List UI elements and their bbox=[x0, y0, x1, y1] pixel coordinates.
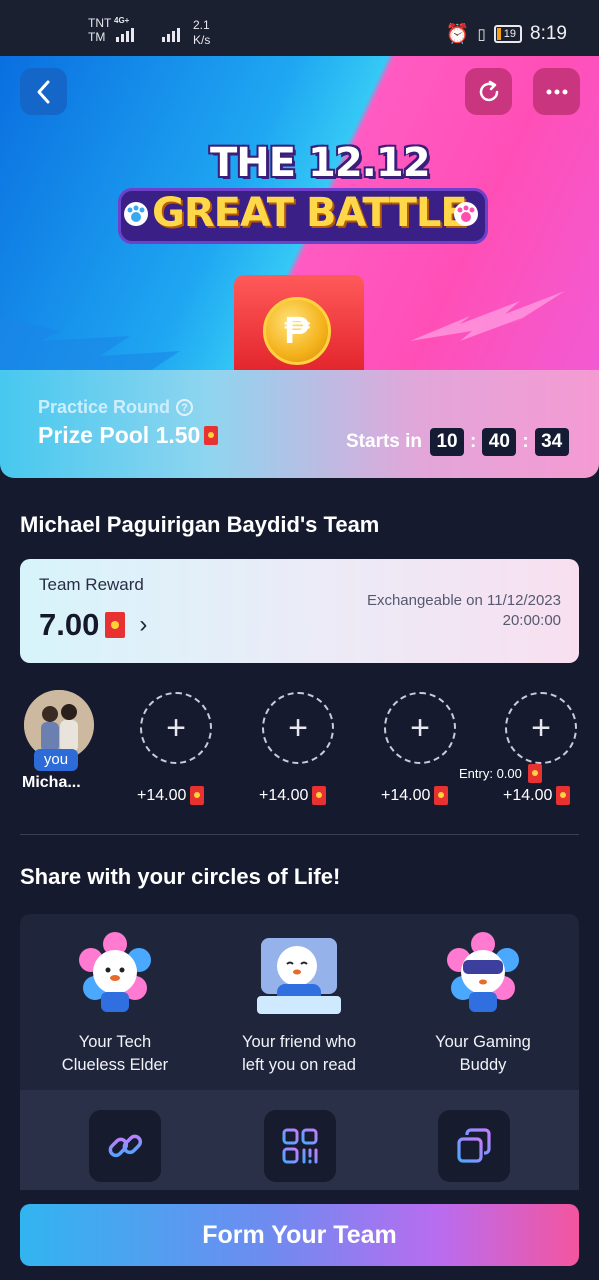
plus-icon: + bbox=[410, 708, 430, 747]
event-title-line2: GREAT BATTLE bbox=[152, 190, 468, 236]
add-member-slot[interactable]: + bbox=[262, 692, 334, 764]
paw-icon bbox=[124, 202, 148, 226]
network-label: 4G+ bbox=[114, 16, 130, 25]
share-title: Share with your circles of Life! bbox=[20, 864, 341, 889]
you-badge: you bbox=[34, 749, 78, 771]
copy-icon bbox=[457, 1128, 491, 1163]
persona-caption: Your Tech Clueless Elder bbox=[61, 1033, 169, 1074]
refresh-icon bbox=[479, 80, 498, 101]
persona-gaming-buddy[interactable]: Your Gaming Buddy bbox=[393, 930, 573, 1077]
carrier-label: TNT TM bbox=[88, 16, 112, 44]
help-icon[interactable]: ? bbox=[176, 399, 194, 416]
cat-on-phone-mascot-icon bbox=[257, 938, 341, 1014]
add-member-slot[interactable]: + bbox=[140, 692, 212, 764]
status-time: 8:19 bbox=[530, 23, 567, 44]
team-title: Michael Paguirigan Baydid's Team bbox=[20, 512, 380, 537]
copy-button[interactable] bbox=[438, 1110, 510, 1182]
red-packet-icon bbox=[204, 426, 219, 445]
starts-in-label: Starts in bbox=[346, 431, 423, 452]
add-member-slot[interactable]: + bbox=[505, 692, 577, 764]
countdown: Starts in 10 : 40 : 34 bbox=[346, 428, 569, 456]
form-team-button[interactable]: Form Your Team bbox=[20, 1204, 579, 1266]
plus-icon: + bbox=[166, 708, 186, 747]
peso-coin-icon: ₱ bbox=[263, 297, 331, 365]
chevron-right-icon: › bbox=[139, 611, 148, 638]
team-reward-amount: 7.00 › bbox=[39, 607, 148, 642]
network-speed: 2.1 K/s bbox=[193, 18, 211, 47]
signal-icon: 4G+ bbox=[114, 16, 136, 42]
flower-cat-mascot-icon bbox=[79, 932, 151, 1012]
countdown-minutes: 40 bbox=[482, 428, 517, 456]
divider bbox=[20, 834, 579, 835]
signal-icon-2 bbox=[162, 24, 182, 42]
vr-cat-mascot-icon bbox=[447, 932, 519, 1012]
persona-caption: Your friend who left you on read bbox=[241, 1033, 357, 1074]
vibrate-icon: ▯ bbox=[477, 26, 486, 43]
paw-icon bbox=[454, 202, 478, 226]
countdown-seconds: 34 bbox=[534, 428, 569, 456]
qr-code-button[interactable] bbox=[264, 1110, 336, 1182]
alarm-icon: ⏰ bbox=[445, 24, 470, 45]
chevron-left-icon bbox=[37, 80, 49, 103]
lightning-decoration-icon bbox=[410, 291, 565, 341]
member-name: Micha... bbox=[22, 774, 81, 791]
persona-caption: Your Gaming Buddy bbox=[435, 1033, 531, 1074]
add-member-slot[interactable]: + bbox=[384, 692, 456, 764]
red-packet-icon bbox=[312, 786, 327, 805]
refresh-button[interactable] bbox=[465, 68, 512, 115]
share-card: Your Tech Clueless Elder Your friend who… bbox=[20, 914, 579, 1214]
hero-banner: THE 12.12 GREAT BATTLE ₱ bbox=[0, 56, 599, 370]
back-button[interactable] bbox=[20, 68, 67, 115]
red-packet-icon bbox=[434, 786, 449, 805]
red-packet-icon bbox=[556, 786, 571, 805]
countdown-hours: 10 bbox=[430, 428, 465, 456]
red-packet-icon bbox=[105, 612, 126, 638]
exchange-date: Exchangeable on 11/12/2023 20:00:00 bbox=[366, 592, 561, 629]
persona-friend-left-on-read[interactable]: Your friend who left you on read bbox=[209, 930, 389, 1077]
plus-icon: + bbox=[288, 708, 308, 747]
team-members: you Micha... + +14.00 + +14.00 + +14.00 … bbox=[0, 690, 599, 810]
battery-icon: 19 bbox=[493, 25, 523, 43]
prize-pool: Prize Pool 1.50 bbox=[38, 422, 219, 449]
more-button[interactable] bbox=[533, 68, 580, 115]
lightning-decoration-icon bbox=[0, 316, 180, 370]
plus-icon: + bbox=[531, 708, 551, 747]
practice-round-label: Practice Round ? bbox=[38, 397, 194, 418]
qr-code-icon bbox=[282, 1128, 318, 1164]
link-icon bbox=[108, 1134, 143, 1158]
slot-reward: +14.00 bbox=[381, 786, 449, 805]
team-reward-card[interactable]: Team Reward 7.00 › Exchangeable on 11/12… bbox=[20, 559, 579, 663]
more-dots-icon bbox=[546, 89, 567, 94]
prize-card: Practice Round ? Prize Pool 1.50 Entry: … bbox=[0, 370, 599, 783]
event-logo: THE 12.12 GREAT BATTLE bbox=[118, 140, 488, 290]
slot-reward: +14.00 bbox=[503, 786, 571, 805]
slot-reward: +14.00 bbox=[137, 786, 205, 805]
persona-tech-elder[interactable]: Your Tech Clueless Elder bbox=[25, 930, 205, 1077]
team-reward-label: Team Reward bbox=[39, 575, 144, 594]
status-bar: TNT TM 4G+ 2.1 K/s ⏰ ▯ 19 8:19 bbox=[0, 0, 599, 56]
copy-link-button[interactable] bbox=[89, 1110, 161, 1182]
red-packet-icon bbox=[190, 786, 205, 805]
event-title-line1: THE 12.12 bbox=[210, 140, 431, 186]
slot-reward: +14.00 bbox=[259, 786, 327, 805]
